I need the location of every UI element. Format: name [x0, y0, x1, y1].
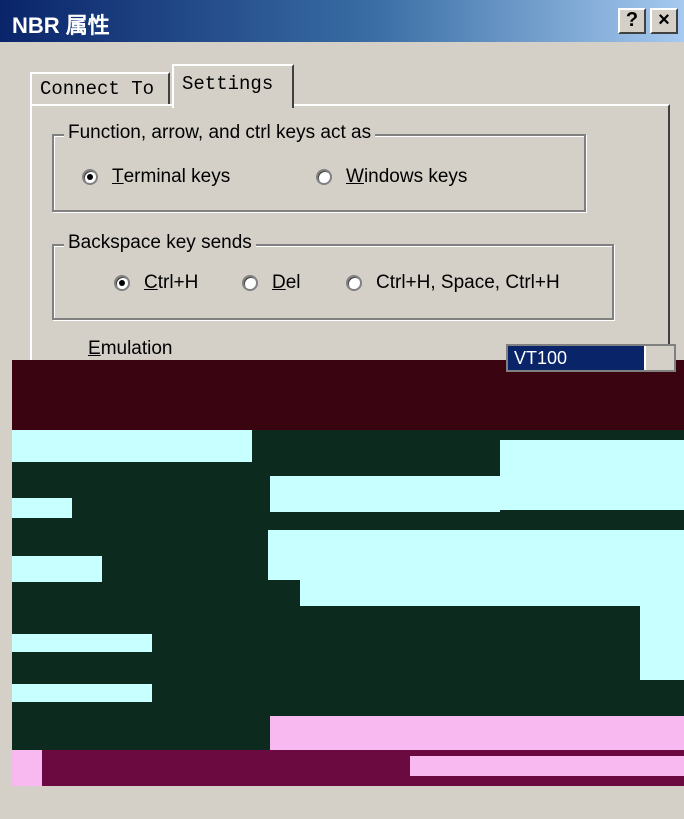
close-button[interactable]: × [650, 8, 678, 34]
radio-selected-icon[interactable] [114, 275, 130, 291]
corrupted-region [12, 498, 72, 518]
emulation-accel: E [88, 338, 101, 359]
radio-unselected-icon[interactable] [346, 275, 362, 291]
radio-unselected-icon[interactable] [316, 169, 332, 185]
ctrl-h-space-label: Ctrl+H, Space, Ctrl+H [376, 272, 560, 293]
corrupted-region [270, 716, 684, 750]
emulation-value: VT100 [514, 348, 568, 368]
corrupted-region [410, 756, 684, 776]
corrupted-region [500, 440, 684, 510]
emulation-select[interactable]: VT100 [506, 344, 676, 372]
corrupted-region [12, 684, 152, 702]
corrupted-region [12, 634, 152, 652]
window-title: NBR 属性 [12, 13, 110, 38]
corrupted-region [12, 786, 684, 819]
emulation-label-rest: mulation [100, 338, 173, 359]
terminal-keys-accel: T [112, 166, 124, 187]
radio-selected-icon[interactable] [82, 169, 98, 185]
function-keys-legend: Function, arrow, and ctrl keys act as [64, 122, 376, 144]
windows-keys-radio[interactable]: Windows keys [316, 166, 467, 188]
chevron-down-icon[interactable] [644, 346, 674, 370]
del-label: el [285, 272, 301, 293]
corrupted-region [300, 570, 684, 606]
ctrl-h-space-radio[interactable]: Ctrl+H, Space, Ctrl+H [346, 272, 560, 294]
corrupted-region [270, 476, 500, 512]
del-radio[interactable]: Del [242, 272, 301, 294]
ctrl-h-label: trl+H [157, 272, 199, 293]
terminal-keys-radio[interactable]: Terminal keys [82, 166, 230, 188]
tab-settings[interactable]: Settings [172, 64, 294, 108]
backspace-legend: Backspace key sends [64, 232, 256, 254]
ctrl-h-accel: C [144, 272, 158, 293]
properties-dialog: NBR 属性 ? × Connect To Settings Function,… [0, 0, 684, 819]
corrupted-region [12, 556, 102, 582]
title-bar[interactable]: NBR 属性 ? × [0, 0, 684, 42]
ctrl-h-radio[interactable]: Ctrl+H [114, 272, 198, 294]
windows-keys-label: indows keys [363, 166, 468, 187]
terminal-keys-label: erminal keys [123, 166, 231, 187]
help-button[interactable]: ? [618, 8, 646, 34]
corrupted-region [12, 430, 252, 462]
del-accel: D [272, 272, 286, 293]
emulation-label: Emulation [88, 338, 173, 360]
radio-unselected-icon[interactable] [242, 275, 258, 291]
corrupted-region [640, 600, 684, 680]
windows-keys-accel: W [346, 166, 364, 187]
tab-connect-to[interactable]: Connect To [30, 72, 170, 106]
